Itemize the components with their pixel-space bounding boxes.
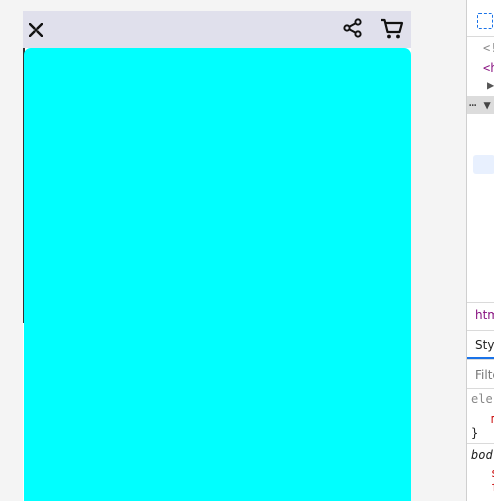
tab-styles[interactable]: Sty [475, 338, 494, 352]
device-viewport [23, 11, 411, 501]
element-picker-icon[interactable] [477, 13, 493, 29]
tabs-divider [467, 359, 494, 360]
dom-line-html[interactable]: <h [483, 61, 494, 75]
styles-filter-input[interactable]: Filte [475, 368, 494, 382]
close-x-icon[interactable] [29, 23, 43, 37]
rule-divider [467, 443, 494, 444]
top-bar [23, 11, 411, 48]
shopping-cart-icon[interactable] [380, 18, 404, 40]
rule-body-selector: bod [471, 448, 493, 462]
share-icon[interactable] [343, 18, 363, 38]
devtools-panel: <! <h ▶ ⋯ ▼ htm Sty Filte ele m } bod s … [466, 0, 494, 501]
rule-close-brace: } [471, 426, 479, 440]
rule-element-style-selector: ele [471, 392, 493, 406]
dom-expand-arrow-icon[interactable]: ▶ [487, 78, 494, 92]
toolbar-divider [467, 36, 494, 37]
dom-line-doctype[interactable]: <! [483, 41, 494, 55]
devtools-toolbar [467, 0, 494, 37]
dom-selected-node[interactable] [473, 155, 494, 174]
content-area [24, 48, 411, 501]
filter-divider [467, 388, 494, 389]
breadcrumb-divider-bottom [467, 330, 494, 331]
dom-ellipsis-expand[interactable]: ⋯ ▼ [469, 98, 491, 112]
breadcrumb-divider-top [467, 302, 494, 303]
breadcrumb[interactable]: htm [475, 308, 494, 322]
